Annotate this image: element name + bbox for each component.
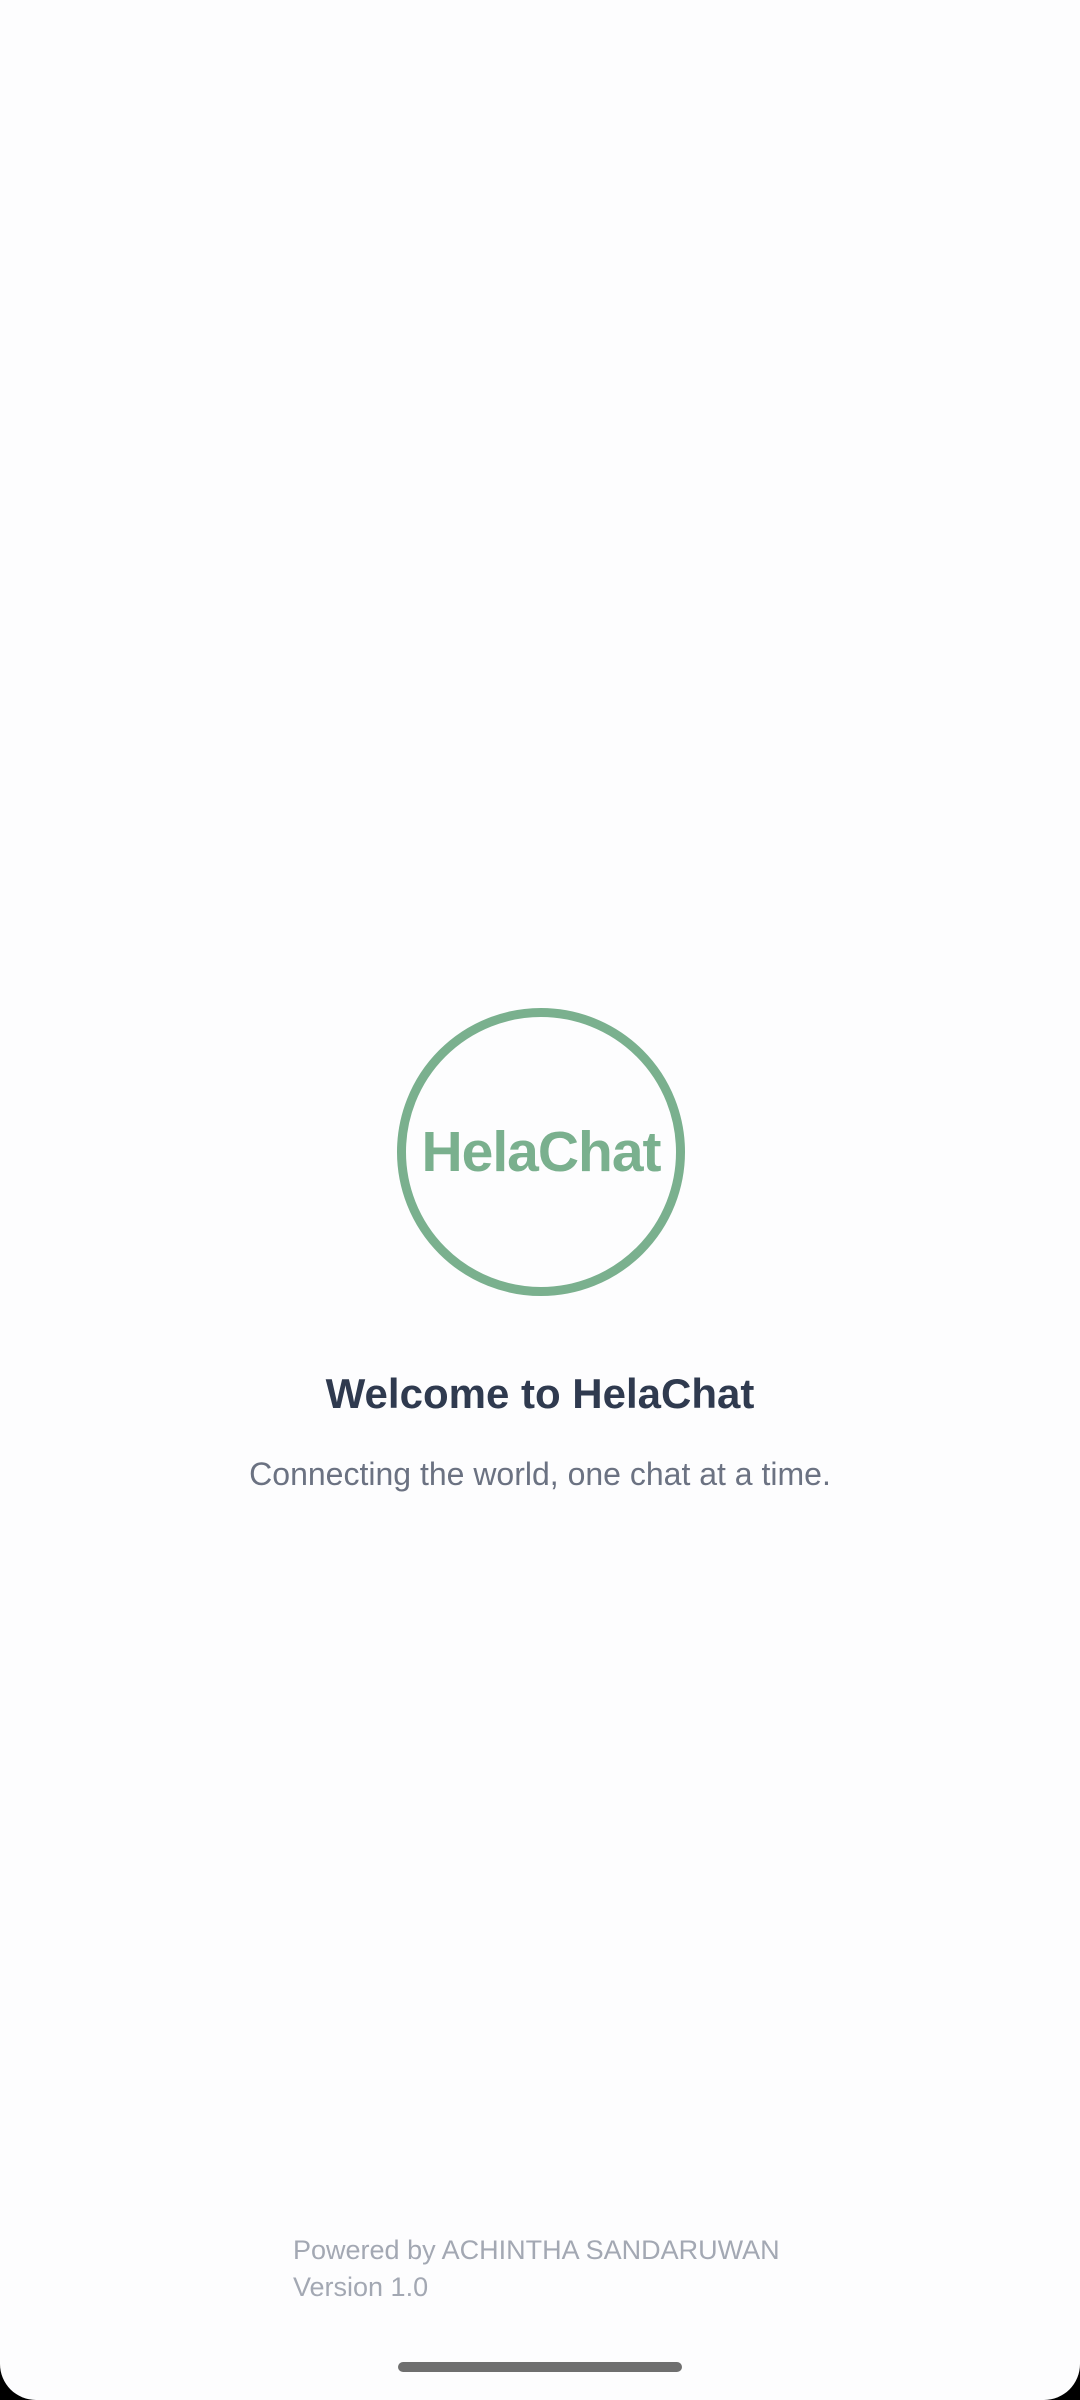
powered-by-text: Powered by ACHINTHA SANDARUWAN — [293, 2235, 780, 2265]
app-logo: HelaChat — [397, 1008, 685, 1296]
logo-text: HelaChat — [421, 1120, 661, 1184]
home-indicator[interactable] — [398, 2362, 682, 2372]
splash-screen: HelaChat Welcome to HelaChat Connecting … — [0, 0, 1080, 2400]
welcome-subtitle: Connecting the world, one chat at a time… — [249, 1456, 831, 1492]
welcome-title: Welcome to HelaChat — [325, 1370, 755, 1417]
version-text: Version 1.0 — [293, 2272, 429, 2302]
footer: Powered by ACHINTHA SANDARUWAN Version 1… — [293, 2232, 780, 2306]
